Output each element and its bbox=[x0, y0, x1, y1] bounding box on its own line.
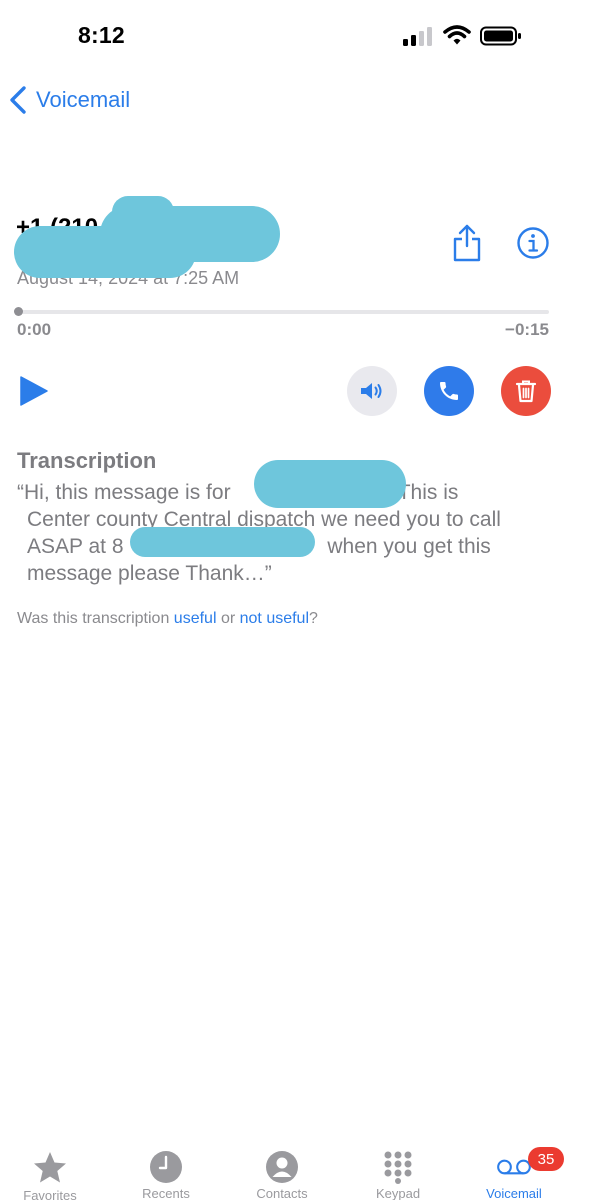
scrubber-knob[interactable] bbox=[14, 307, 23, 316]
tab-label: Voicemail bbox=[486, 1186, 542, 1200]
battery-icon bbox=[480, 26, 521, 46]
elapsed-time: 0:00 bbox=[17, 320, 52, 339]
transcription-line: message please Thank…” bbox=[27, 562, 272, 585]
transcription-text: when you get this bbox=[321, 535, 491, 558]
tab-label: Keypad bbox=[375, 1186, 421, 1200]
tab-label: Contacts bbox=[256, 1186, 308, 1200]
back-label: Voicemail bbox=[36, 87, 131, 112]
trash-icon bbox=[515, 380, 537, 403]
cellular-signal-icon bbox=[403, 27, 432, 46]
feedback-text: ? bbox=[309, 610, 318, 627]
back-button[interactable]: Voicemail bbox=[8, 84, 130, 116]
tab-label: Recents bbox=[142, 1186, 190, 1200]
tab-label: Favorites bbox=[23, 1188, 77, 1200]
not-useful-link[interactable]: not useful bbox=[240, 610, 309, 627]
tab-favorites[interactable]: Favorites bbox=[10, 1150, 90, 1200]
tab-recents[interactable]: Recents bbox=[126, 1150, 206, 1200]
call-back-button[interactable] bbox=[424, 366, 474, 416]
chevron-left-icon bbox=[10, 86, 26, 114]
voicemail-icon bbox=[497, 1159, 531, 1175]
speaker-button[interactable] bbox=[347, 366, 397, 416]
wifi-icon bbox=[443, 25, 471, 45]
keypad-icon bbox=[384, 1151, 412, 1184]
redaction-mark bbox=[254, 460, 406, 508]
play-icon[interactable] bbox=[18, 374, 50, 408]
redaction-mark bbox=[112, 196, 174, 228]
star-icon bbox=[34, 1152, 66, 1183]
voicemail-count-badge: 35 bbox=[528, 1147, 564, 1171]
share-icon[interactable] bbox=[451, 224, 483, 262]
feedback-text: or bbox=[216, 610, 240, 627]
speaker-icon bbox=[361, 383, 382, 399]
useful-link[interactable]: useful bbox=[174, 610, 217, 627]
transcription-text: ASAP at 8 bbox=[27, 535, 124, 558]
delete-button[interactable] bbox=[501, 366, 551, 416]
playback-scrubber[interactable] bbox=[17, 310, 549, 314]
info-icon[interactable] bbox=[516, 226, 550, 260]
person-icon bbox=[266, 1151, 298, 1183]
transcription-feedback: Was this transcription useful or not use… bbox=[17, 610, 318, 628]
feedback-text: Was this transcription bbox=[17, 610, 174, 627]
tab-keypad[interactable]: Keypad bbox=[358, 1150, 438, 1200]
clock-icon bbox=[150, 1151, 182, 1183]
transcription-text: “Hi, this message is for bbox=[17, 481, 237, 504]
redaction-mark bbox=[130, 527, 315, 557]
transcription-title: Transcription bbox=[17, 448, 157, 473]
status-time: 8:12 bbox=[78, 22, 125, 48]
remaining-time: −0:15 bbox=[505, 320, 549, 339]
tab-contacts[interactable]: Contacts bbox=[242, 1150, 322, 1200]
phone-icon bbox=[440, 382, 458, 400]
